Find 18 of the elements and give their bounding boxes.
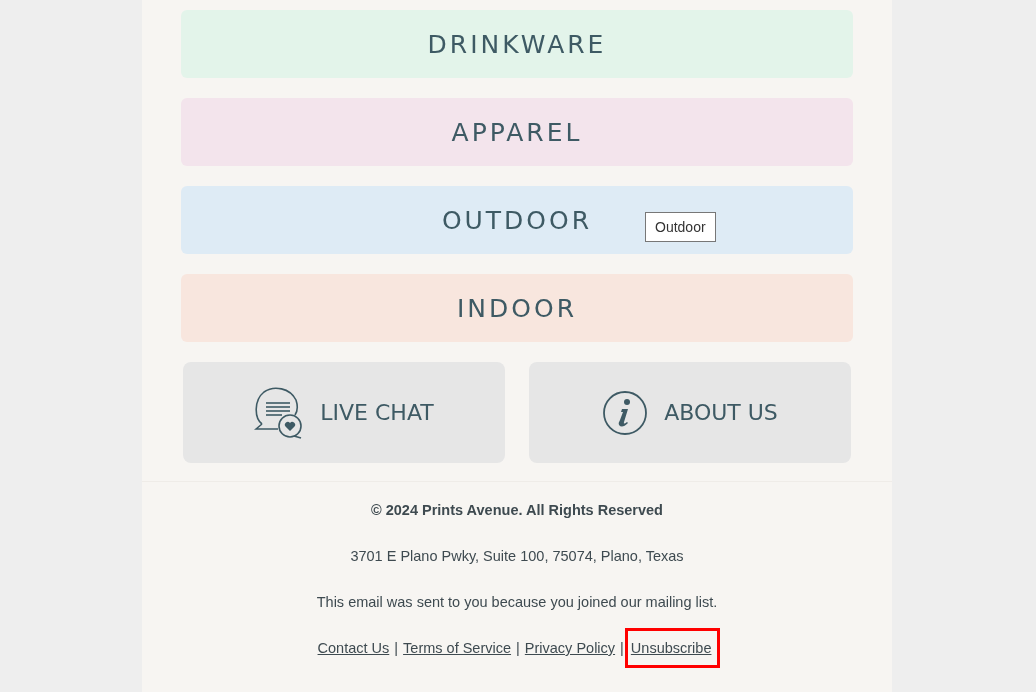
footer-link[interactable]: Privacy Policy (523, 639, 617, 657)
tooltip: Outdoor (645, 212, 716, 242)
separator: | (394, 639, 399, 657)
category-button[interactable]: APPAREL (181, 98, 853, 166)
separator: | (516, 639, 520, 657)
chat-bubble-icon (254, 385, 305, 440)
footer-link[interactable]: Contact Us (316, 639, 391, 657)
notice-text: This email was sent to you because you joined our mailing list. (315, 593, 719, 611)
category-button[interactable]: INDOOR (181, 274, 853, 342)
address-text: 3701 E Plano Pwky, Suite 100, 75074, Plano, Texas (349, 547, 685, 565)
about-us-button[interactable]: ABOUT US (529, 362, 851, 463)
info-icon (602, 389, 649, 436)
category-button[interactable]: DRINKWARE (181, 10, 853, 78)
separator: | (620, 639, 624, 657)
live-chat-button[interactable]: LIVE CHAT (183, 362, 505, 463)
footer-link[interactable]: Unsubscribe (627, 631, 718, 665)
footer-link[interactable]: Terms of Service (402, 639, 513, 657)
copyright-text: © 2024 Prints Avenue. All Rights Reserved (370, 501, 664, 519)
